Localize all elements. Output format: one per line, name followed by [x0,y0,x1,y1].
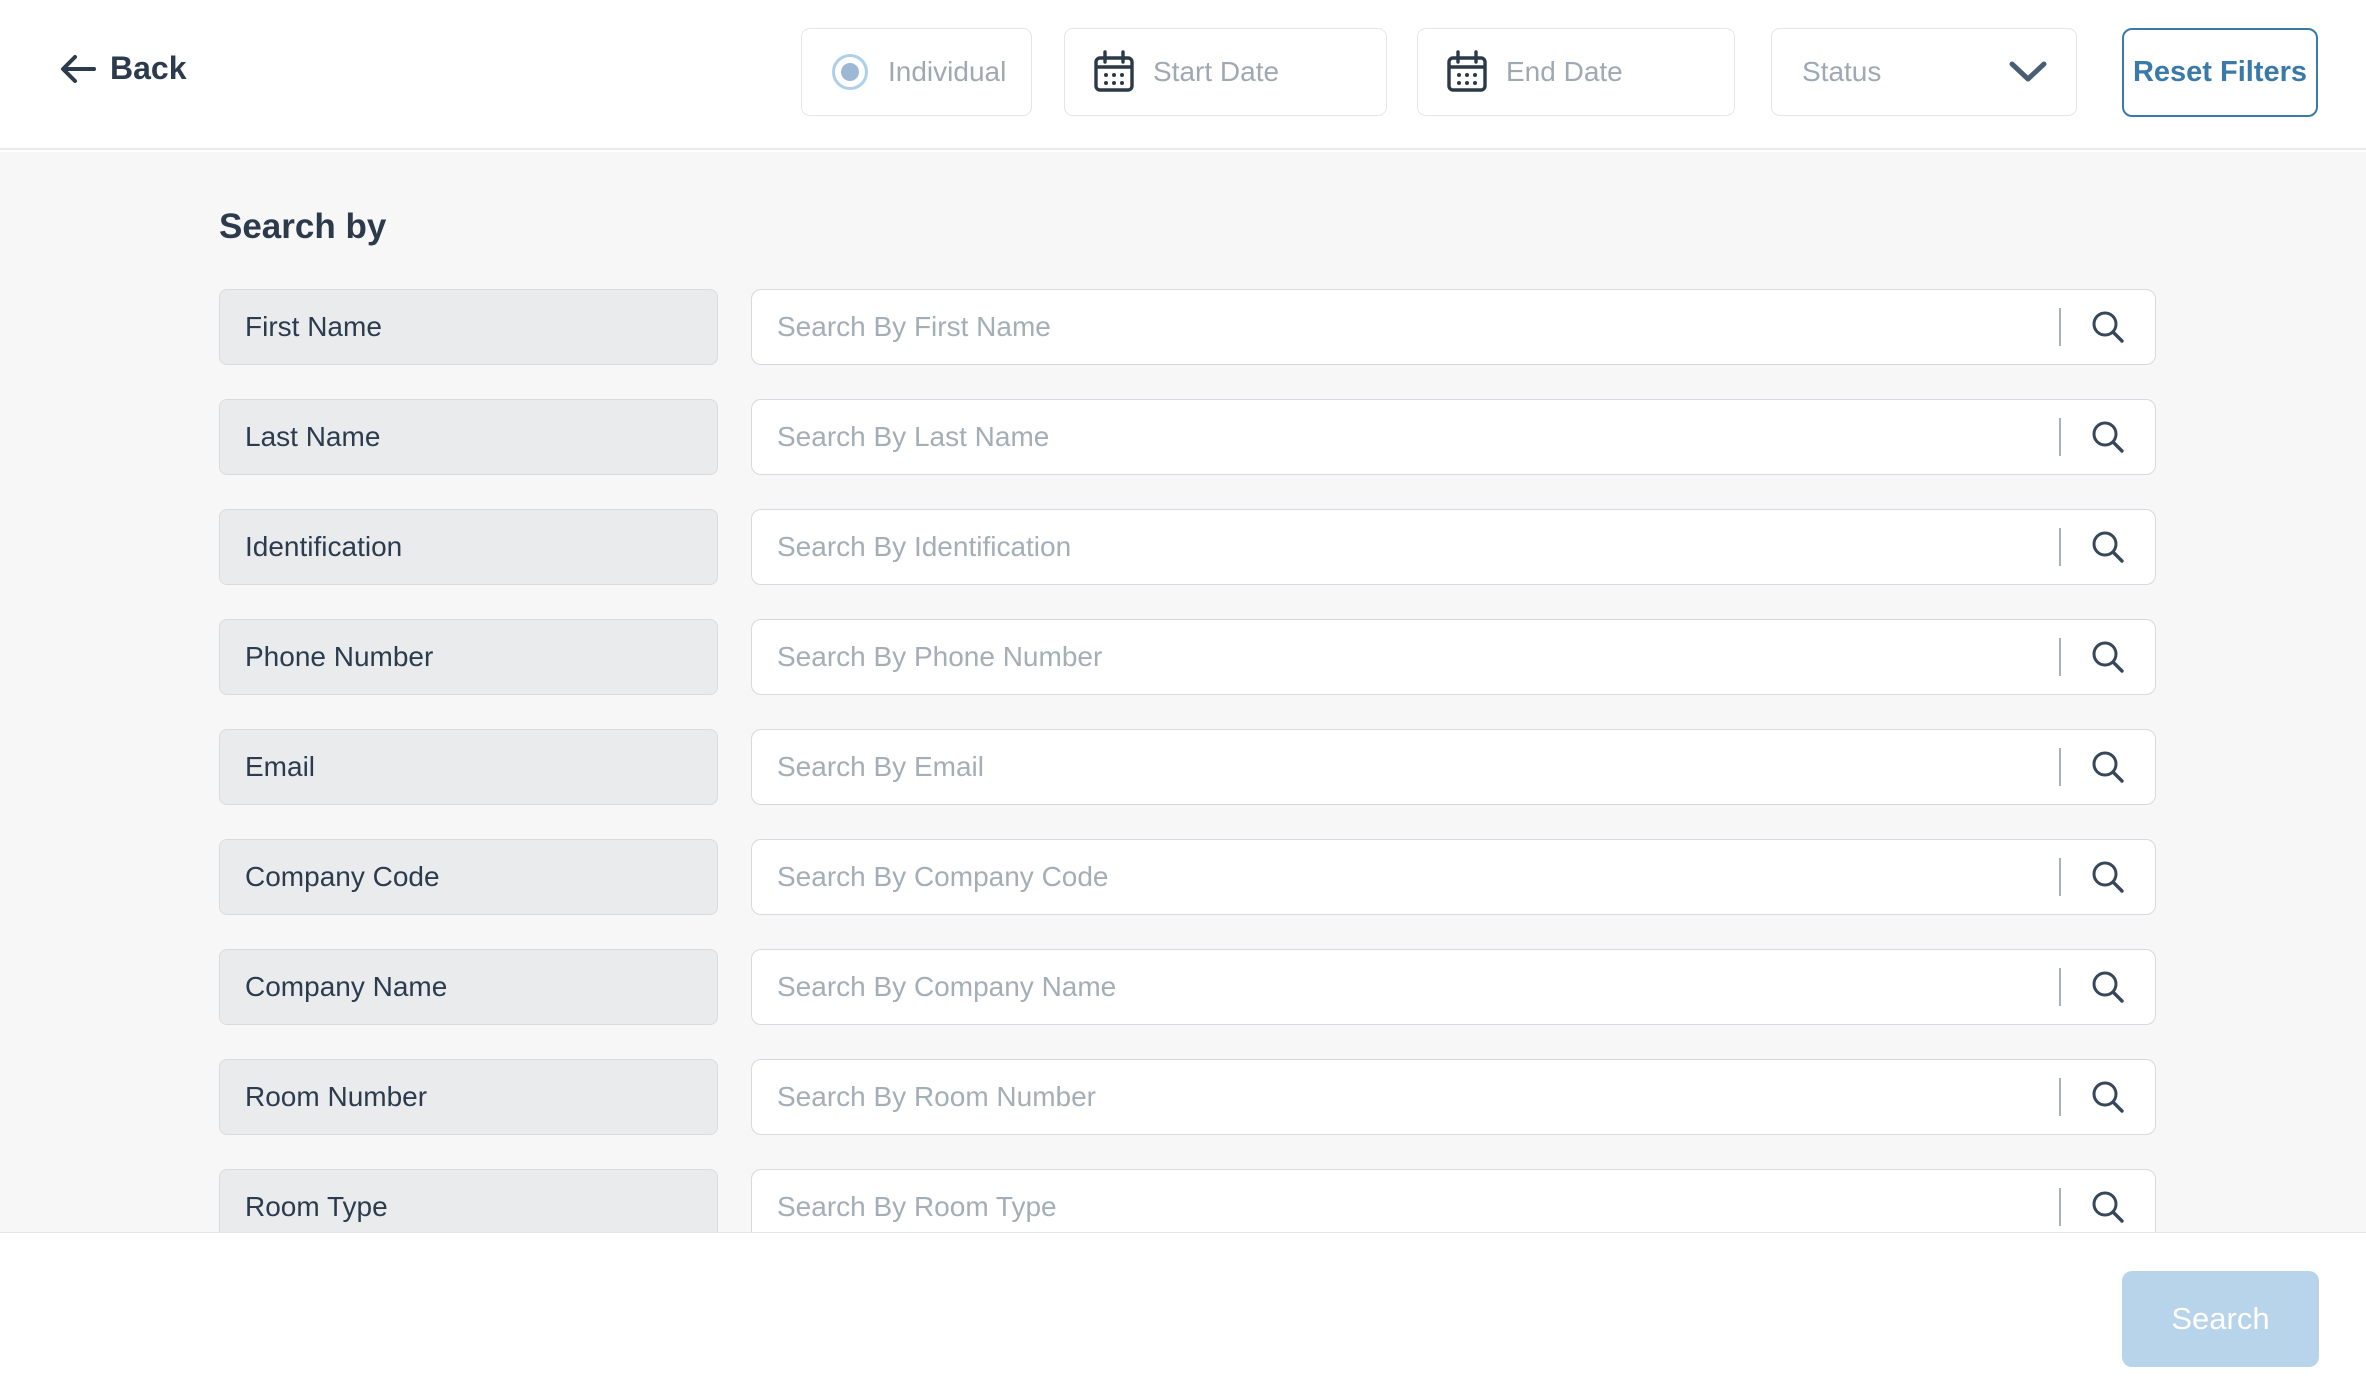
search-button[interactable]: Search [2122,1271,2319,1367]
search-icon[interactable] [2061,400,2155,474]
bottom-bar: Search [0,1232,2366,1388]
search-row: Email [219,729,2156,805]
search-field [751,509,2156,585]
search-icon[interactable] [2061,730,2155,804]
search-panel: Search by First Name Last Name [0,152,2366,1232]
field-label: Company Code [219,839,718,915]
field-label: Room Type [219,1169,718,1232]
end-date-picker[interactable]: End Date [1417,28,1735,116]
back-label: Back [110,50,187,87]
search-input[interactable] [752,1170,2059,1232]
search-rows: First Name Last Name I [219,289,2156,1232]
field-label: Room Number [219,1059,718,1135]
field-label: Last Name [219,399,718,475]
search-input[interactable] [752,1060,2059,1134]
search-field [751,289,2156,365]
status-dropdown[interactable]: Status [1771,28,2077,116]
search-field [751,399,2156,475]
search-icon[interactable] [2061,1060,2155,1134]
calendar-icon [1446,50,1488,94]
individual-radio-card[interactable]: Individual [801,28,1032,116]
search-row: Last Name [219,399,2156,475]
field-label: Phone Number [219,619,718,695]
reset-filters-label: Reset Filters [2133,56,2307,89]
search-input[interactable] [752,510,2059,584]
search-input[interactable] [752,730,2059,804]
search-icon[interactable] [2061,510,2155,584]
search-row: Room Number [219,1059,2156,1135]
search-row: Identification [219,509,2156,585]
search-row: Company Name [219,949,2156,1025]
search-row: Phone Number [219,619,2156,695]
field-label: Company Name [219,949,718,1025]
field-label: First Name [219,289,718,365]
status-placeholder: Status [1802,56,1881,88]
search-row: Company Code [219,839,2156,915]
search-row: Room Type [219,1169,2156,1232]
top-bar: Back Individual Start Date [0,0,2366,150]
search-field [751,729,2156,805]
search-input[interactable] [752,840,2059,914]
back-button[interactable]: Back [58,50,187,87]
chevron-down-icon [2008,60,2048,84]
calendar-icon [1093,50,1135,94]
left-arrow-icon [58,51,98,87]
search-input[interactable] [752,400,2059,474]
search-input[interactable] [752,950,2059,1024]
search-field [751,1169,2156,1232]
field-label: Identification [219,509,718,585]
field-label: Email [219,729,718,805]
search-field [751,839,2156,915]
search-icon[interactable] [2061,950,2155,1024]
reset-filters-button[interactable]: Reset Filters [2122,28,2318,117]
start-date-picker[interactable]: Start Date [1064,28,1387,116]
end-date-placeholder: End Date [1506,56,1623,88]
search-row: First Name [219,289,2156,365]
search-icon[interactable] [2061,840,2155,914]
search-page: Back Individual Start Date [0,0,2366,1388]
search-icon[interactable] [2061,1170,2155,1232]
start-date-placeholder: Start Date [1153,56,1279,88]
radio-selected-icon [832,54,868,90]
search-icon[interactable] [2061,620,2155,694]
search-field [751,619,2156,695]
search-input[interactable] [752,620,2059,694]
search-field [751,1059,2156,1135]
page-title: Search by [219,207,386,247]
individual-label: Individual [888,56,1006,88]
search-input[interactable] [752,290,2059,364]
search-field [751,949,2156,1025]
search-icon[interactable] [2061,290,2155,364]
